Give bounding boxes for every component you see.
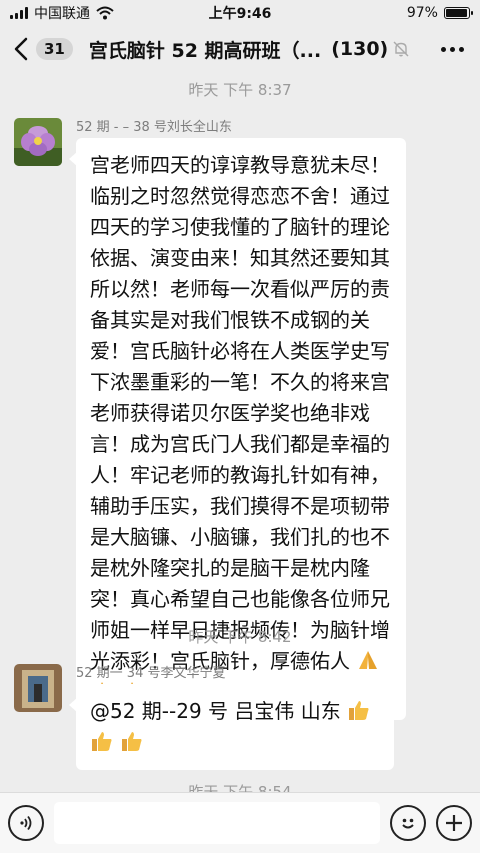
thumbs-up-icon — [122, 732, 142, 751]
thumbs-up-icon — [349, 701, 369, 720]
message-text: 宫老师四天的谆谆教导意犹未尽！临别之时忽然觉得恋恋不舍！通过四天的学习使我懂的了… — [90, 153, 390, 673]
message-input[interactable] — [54, 802, 380, 844]
avatar[interactable] — [14, 664, 62, 712]
message-bubble[interactable]: @52 期--29 号 吕宝伟 山东 — [69, 684, 394, 770]
signal-icon — [10, 7, 28, 19]
status-time: 上午9:46 — [208, 6, 272, 22]
thumbs-up-icon — [92, 732, 112, 751]
more-options-icon[interactable] — [435, 46, 470, 52]
voice-icon — [20, 815, 32, 831]
folded-hands-icon — [359, 651, 378, 669]
timestamp: 昨天 下午 8:37 — [188, 81, 292, 99]
unread-badge[interactable]: 31 — [36, 38, 73, 60]
sender-name: 52 期 - – 38 号刘长全山东 — [76, 120, 232, 135]
plus-icon — [446, 815, 462, 831]
chat-title: 宫氏脑针 52 期高研班（... — [88, 39, 322, 62]
emoji-button[interactable] — [390, 805, 426, 841]
carrier-label: 中国联通 — [34, 6, 90, 22]
mute-bell-icon — [393, 41, 409, 57]
input-bar — [0, 792, 480, 853]
sender-name: 52 期一 34 号李文华宁夏 — [76, 666, 226, 681]
message-text: @52 期--29 号 吕宝伟 山东 — [90, 699, 341, 723]
status-bar: 中国联通 上午9:46 97% — [0, 0, 480, 26]
back-icon[interactable] — [10, 34, 32, 64]
chat-header: 31 宫氏脑针 52 期高研班（... (130) — [0, 26, 480, 72]
timestamp: 昨天 下午 8:42 — [188, 628, 292, 646]
member-count: (130) — [331, 38, 389, 60]
battery-icon — [443, 7, 473, 19]
add-button[interactable] — [436, 805, 472, 841]
avatar[interactable] — [14, 118, 62, 166]
battery-percent: 97% — [406, 5, 438, 21]
emoji-icon — [402, 818, 414, 829]
wifi-icon — [96, 6, 114, 20]
voice-button[interactable] — [8, 805, 44, 841]
